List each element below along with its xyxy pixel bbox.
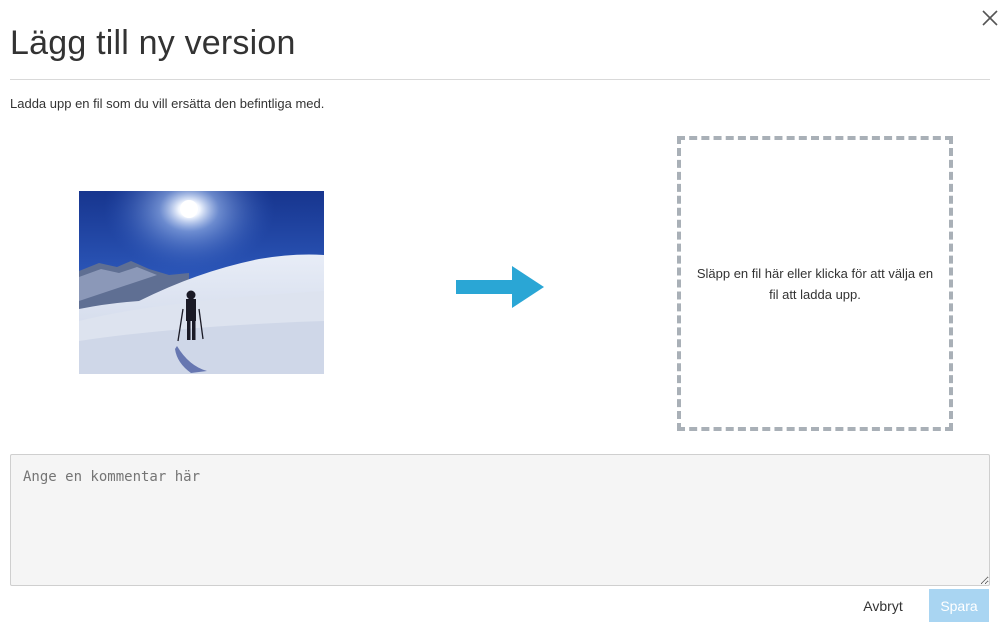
dialog-title: Lägg till ny version (10, 24, 296, 62)
dropzone-text: Släpp en fil här eller klicka för att vä… (696, 265, 934, 302)
title-divider (10, 79, 990, 80)
add-version-dialog: Lägg till ny version Ladda upp en fil so… (0, 0, 1000, 622)
current-file-thumbnail (79, 191, 324, 374)
close-button[interactable] (980, 4, 1000, 28)
upload-instructions: Ladda upp en fil som du vill ersätta den… (10, 96, 325, 111)
cancel-button[interactable]: Avbryt (848, 589, 918, 622)
save-button[interactable]: Spara (929, 589, 989, 622)
arrow-right-icon (456, 266, 544, 308)
comment-input[interactable] (10, 454, 990, 586)
file-dropzone[interactable]: Släpp en fil här eller klicka för att vä… (677, 136, 953, 431)
close-icon[interactable] (980, 4, 1000, 28)
